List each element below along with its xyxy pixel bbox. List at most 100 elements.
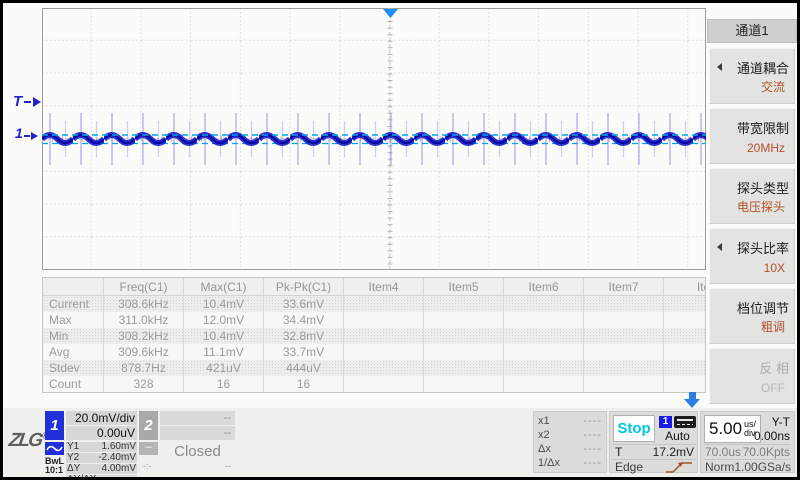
header-cell: Max(C1): [184, 278, 264, 295]
channel2-status-block[interactable]: 2 -- -- – Closed -:- --: [139, 411, 235, 473]
channel1-scale: 20.0mV/div: [66, 411, 137, 425]
cell: 11.1mV: [184, 344, 264, 360]
row-label: Count: [43, 376, 104, 392]
menu-item-value: 20MHz: [747, 141, 785, 155]
trigger-level-label: T: [13, 93, 22, 110]
cell: [504, 296, 584, 312]
channel2-offset: --: [160, 426, 235, 440]
cell: 16: [264, 376, 344, 392]
timebase-block[interactable]: 5.00 us/div Y-T 0.00ns 70.0us 70.0Kpts N…: [700, 411, 795, 473]
cell: 878.7Hz: [104, 360, 184, 376]
header-cell: Item6: [504, 278, 584, 295]
header-cell: Item4: [344, 278, 424, 295]
channel2-coupling-icon: –: [139, 442, 158, 455]
trigger-level-value: 17.2mV: [653, 445, 694, 459]
cell: [664, 360, 706, 376]
row-label: Current: [43, 296, 104, 312]
menu-item-value: 10X: [764, 261, 785, 275]
cell: [424, 312, 504, 328]
y2-value: -2.40mV: [98, 453, 136, 463]
memory-depth: 70.0Kpts: [743, 445, 790, 459]
cell: [664, 376, 706, 392]
trigger-arrow-icon: [24, 101, 31, 103]
cell: [424, 328, 504, 344]
channel1-ground-marker[interactable]: 1: [15, 125, 38, 141]
waveform-svg: [42, 8, 706, 270]
menu-item-coupling[interactable]: 通道耦合 交流: [709, 48, 795, 104]
arrow-stem: [689, 392, 696, 399]
menu-item-label: 探头比率: [737, 238, 789, 257]
menu-item-invert[interactable]: 反 相 OFF: [709, 348, 795, 404]
table-row: Current 308.6kHz 10.4mV 33.6mV: [43, 296, 705, 312]
trigger-arrow-icon: [33, 97, 41, 107]
oscilloscope-screen: T 1: [0, 0, 800, 480]
trigger-source-badge: 1: [659, 416, 672, 428]
capture-span: 70.0us: [705, 445, 741, 459]
trigger-coupling-icon: [674, 416, 696, 428]
header-cell: Freq(C1): [104, 278, 184, 295]
menu-page-down-icon[interactable]: [684, 392, 701, 408]
ac-coupling-icon: [45, 442, 64, 455]
cell: [664, 312, 706, 328]
cell: [504, 344, 584, 360]
cell: [424, 360, 504, 376]
table-header-row: Freq(C1) Max(C1) Pk-Pk(C1) Item4 Item5 I…: [43, 278, 705, 296]
cell: [664, 296, 706, 312]
cell: [664, 328, 706, 344]
menu-title: 通道1: [707, 19, 797, 43]
measurement-table: Freq(C1) Max(C1) Pk-Pk(C1) Item4 Item5 I…: [42, 277, 706, 393]
menu-item-label: 反 相: [759, 358, 789, 377]
trigger-status-block[interactable]: Stop 1 Auto T 17.2mV Edge: [609, 411, 698, 473]
channel2-status: Closed: [160, 443, 235, 460]
rising-edge-icon: [664, 461, 694, 474]
x2-label: x2: [538, 428, 550, 442]
trigger-delay: 0.00ns: [754, 429, 790, 443]
cell: 12.0mV: [184, 312, 264, 328]
channel1-badge: 1: [45, 411, 64, 440]
channel1-cursor-values: Y11.60mV Y2-2.40mV ΔY4.00mV ΔY/ΔX----: [66, 442, 137, 477]
channel2-misc-value: --: [225, 461, 231, 471]
waveform-display: [42, 8, 706, 270]
menu-item-bandwidth[interactable]: 带宽限制 20MHz: [709, 108, 795, 164]
channel2-scale: --: [160, 411, 235, 425]
dx-label: Δx: [538, 442, 551, 456]
menu-item-value: 电压探头: [737, 198, 785, 215]
x1-value: ----: [583, 414, 602, 428]
row-label: Max: [43, 312, 104, 328]
channel1-arrow-icon: [24, 135, 30, 137]
menu-item-label: 探头类型: [737, 178, 789, 197]
cell: [344, 344, 424, 360]
menu-item-value: 粗调: [761, 318, 785, 335]
trigger-type: Edge: [615, 460, 643, 474]
channel2-misc: -:-: [143, 461, 152, 471]
menu-item-gear-adjust[interactable]: 档位调节 粗调: [709, 288, 795, 344]
channel1-marker-label: 1: [15, 125, 23, 141]
cell: 328: [104, 376, 184, 392]
display-area: T 1: [3, 3, 797, 477]
table-row: Count 328 16 16: [43, 376, 705, 392]
probe-ratio-indicator: 10:1: [45, 465, 63, 475]
cell: [424, 296, 504, 312]
menu-item-probe-ratio[interactable]: 探头比率 10X: [709, 228, 795, 284]
cell: 10.4mV: [184, 328, 264, 344]
cell: 16: [184, 376, 264, 392]
arrow-head: [684, 399, 700, 408]
menu-item-label: 带宽限制: [737, 118, 789, 137]
cell: [584, 296, 664, 312]
cell: 421uV: [184, 360, 264, 376]
channel1-status-block[interactable]: 1 20.0mV/div 0.00uV BwL 10:1 Y11.60mV Y2…: [45, 411, 137, 473]
header-cell: Item7: [584, 278, 664, 295]
timebase-scale-box: 5.00 us/div: [704, 415, 761, 443]
cell: 308.2kHz: [104, 328, 184, 344]
menu-item-probe-type[interactable]: 探头类型 电压探头: [709, 168, 795, 224]
menu-item-value: OFF: [761, 381, 785, 395]
cell: [344, 360, 424, 376]
acquire-mode: Norm: [705, 460, 734, 474]
dy-value: 4.00mV: [102, 464, 136, 474]
trigger-level-marker[interactable]: T: [13, 93, 41, 110]
y1-value: 1.60mV: [102, 442, 136, 452]
dydx-value: ----: [123, 475, 136, 477]
sample-rate: 1.00GSa/s: [734, 460, 791, 474]
cell: [344, 376, 424, 392]
cell: 34.4mV: [264, 312, 344, 328]
